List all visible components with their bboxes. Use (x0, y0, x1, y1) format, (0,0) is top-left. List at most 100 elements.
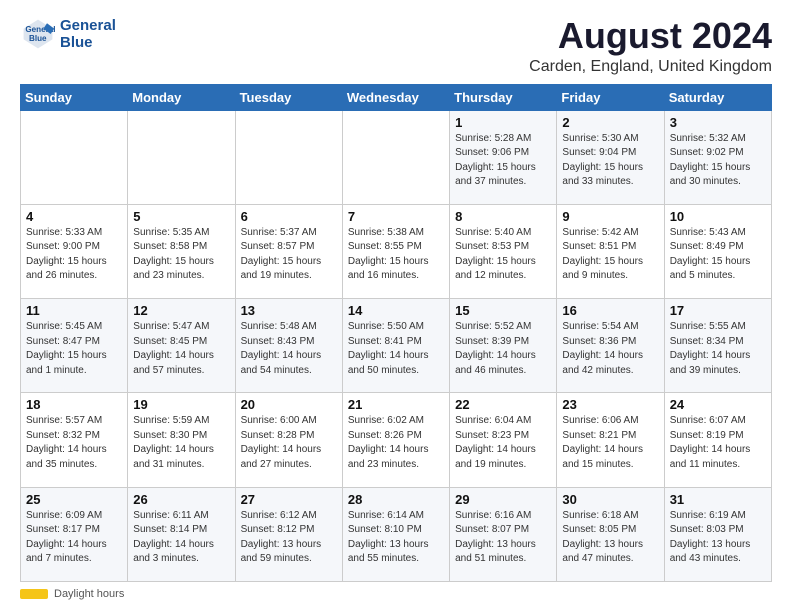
day-number: 30 (562, 492, 658, 507)
day-info: Sunrise: 6:18 AM Sunset: 8:05 PM Dayligh… (562, 509, 658, 567)
logo-line2: Blue (60, 34, 116, 51)
calendar-cell: 1 Sunrise: 5:28 AM Sunset: 9:06 PM Daylig… (450, 110, 557, 204)
day-info: Sunrise: 5:52 AM Sunset: 8:39 PM Dayligh… (455, 320, 551, 378)
calendar-cell: 12Sunrise: 5:47 AM Sunset: 8:45 PM Dayli… (128, 299, 235, 393)
calendar-day-header: Thursday (450, 84, 557, 110)
calendar-cell: 30 Sunrise: 6:18 AM Sunset: 8:05 PM Dayli… (557, 487, 664, 581)
day-number: 19 (133, 397, 229, 412)
day-number: 10 (670, 209, 766, 224)
calendar-day-header: Saturday (664, 84, 771, 110)
day-number: 7 (348, 209, 444, 224)
day-number: 13 (241, 303, 337, 318)
day-info: Sunrise: 5:32 AM Sunset: 9:02 PM Dayligh… (670, 132, 766, 190)
calendar-cell: 24 Sunrise: 6:07 AM Sunset: 8:19 PM Dayli… (664, 393, 771, 487)
calendar-day-header: Tuesday (235, 84, 342, 110)
day-number: 6 (241, 209, 337, 224)
calendar-cell: 5 Sunrise: 5:35 AM Sunset: 8:58 PM Daylig… (128, 204, 235, 298)
footer-note: Daylight hours (20, 588, 772, 600)
day-number: 12 (133, 303, 229, 318)
day-info: Sunrise: 5:37 AM Sunset: 8:57 PM Dayligh… (241, 226, 337, 284)
calendar-cell: 11Sunrise: 5:45 AM Sunset: 8:47 PM Dayli… (21, 299, 128, 393)
day-number: 15 (455, 303, 551, 318)
main-title: August 2024 (529, 16, 772, 56)
calendar-cell: 18Sunrise: 5:57 AM Sunset: 8:32 PM Dayli… (21, 393, 128, 487)
day-info: Sunrise: 6:00 AM Sunset: 8:28 PM Dayligh… (241, 414, 337, 472)
calendar-cell: 15 Sunrise: 5:52 AM Sunset: 8:39 PM Dayli… (450, 299, 557, 393)
svg-text:Blue: Blue (29, 34, 47, 43)
calendar-cell: 28 Sunrise: 6:14 AM Sunset: 8:10 PM Dayli… (342, 487, 449, 581)
calendar-cell: 19Sunrise: 5:59 AM Sunset: 8:30 PM Dayli… (128, 393, 235, 487)
day-info: Sunrise: 5:50 AM Sunset: 8:41 PM Dayligh… (348, 320, 444, 378)
daylight-label: Daylight hours (54, 588, 124, 600)
day-info: Sunrise: 5:45 AM Sunset: 8:47 PM Dayligh… (26, 320, 122, 378)
day-info: Sunrise: 6:12 AM Sunset: 8:12 PM Dayligh… (241, 509, 337, 567)
calendar-cell: 9 Sunrise: 5:42 AM Sunset: 8:51 PM Daylig… (557, 204, 664, 298)
calendar-cell: 21 Sunrise: 6:02 AM Sunset: 8:26 PM Dayli… (342, 393, 449, 487)
day-info: Sunrise: 5:40 AM Sunset: 8:53 PM Dayligh… (455, 226, 551, 284)
calendar-day-header: Friday (557, 84, 664, 110)
day-info: Sunrise: 5:48 AM Sunset: 8:43 PM Dayligh… (241, 320, 337, 378)
calendar-week-row: 25 Sunrise: 6:09 AM Sunset: 8:17 PM Dayli… (21, 487, 772, 581)
day-info: Sunrise: 6:06 AM Sunset: 8:21 PM Dayligh… (562, 414, 658, 472)
day-number: 25 (26, 492, 122, 507)
day-number: 26 (133, 492, 229, 507)
calendar-cell: 4 Sunrise: 5:33 AM Sunset: 9:00 PM Daylig… (21, 204, 128, 298)
day-number: 3 (670, 115, 766, 130)
logo: General Blue General Blue (20, 16, 116, 52)
calendar-cell: 3 Sunrise: 5:32 AM Sunset: 9:02 PM Daylig… (664, 110, 771, 204)
calendar-week-row: 4 Sunrise: 5:33 AM Sunset: 9:00 PM Daylig… (21, 204, 772, 298)
day-number: 27 (241, 492, 337, 507)
day-info: Sunrise: 6:11 AM Sunset: 8:14 PM Dayligh… (133, 509, 229, 567)
calendar-cell (128, 110, 235, 204)
subtitle: Carden, England, United Kingdom (529, 58, 772, 76)
day-number: 29 (455, 492, 551, 507)
day-number: 1 (455, 115, 551, 130)
day-number: 4 (26, 209, 122, 224)
calendar-cell (342, 110, 449, 204)
day-number: 31 (670, 492, 766, 507)
calendar-cell: 27 Sunrise: 6:12 AM Sunset: 8:12 PM Dayli… (235, 487, 342, 581)
day-number: 20 (241, 397, 337, 412)
day-number: 24 (670, 397, 766, 412)
day-number: 8 (455, 209, 551, 224)
calendar-cell: 23Sunrise: 6:06 AM Sunset: 8:21 PM Dayli… (557, 393, 664, 487)
day-number: 9 (562, 209, 658, 224)
calendar-day-header: Monday (128, 84, 235, 110)
calendar-cell (235, 110, 342, 204)
calendar-cell: 6 Sunrise: 5:37 AM Sunset: 8:57 PM Daylig… (235, 204, 342, 298)
title-block: August 2024 Carden, England, United King… (529, 16, 772, 76)
daylight-bar-icon (20, 589, 48, 599)
day-info: Sunrise: 5:35 AM Sunset: 8:58 PM Dayligh… (133, 226, 229, 284)
day-info: Sunrise: 5:33 AM Sunset: 9:00 PM Dayligh… (26, 226, 122, 284)
calendar-cell: 2Sunrise: 5:30 AM Sunset: 9:04 PM Daylig… (557, 110, 664, 204)
calendar-cell: 14 Sunrise: 5:50 AM Sunset: 8:41 PM Dayli… (342, 299, 449, 393)
calendar-header-row: SundayMondayTuesdayWednesdayThursdayFrid… (21, 84, 772, 110)
page: General Blue General Blue August 2024 Ca… (0, 0, 792, 612)
calendar-cell: 10Sunrise: 5:43 AM Sunset: 8:49 PM Dayli… (664, 204, 771, 298)
header: General Blue General Blue August 2024 Ca… (20, 16, 772, 76)
day-number: 21 (348, 397, 444, 412)
calendar-cell (21, 110, 128, 204)
calendar-cell: 20 Sunrise: 6:00 AM Sunset: 8:28 PM Dayli… (235, 393, 342, 487)
calendar-cell: 16Sunrise: 5:54 AM Sunset: 8:36 PM Dayli… (557, 299, 664, 393)
day-info: Sunrise: 5:42 AM Sunset: 8:51 PM Dayligh… (562, 226, 658, 284)
day-info: Sunrise: 6:04 AM Sunset: 8:23 PM Dayligh… (455, 414, 551, 472)
calendar: SundayMondayTuesdayWednesdayThursdayFrid… (20, 84, 772, 582)
calendar-cell: 25 Sunrise: 6:09 AM Sunset: 8:17 PM Dayli… (21, 487, 128, 581)
calendar-cell: 17Sunrise: 5:55 AM Sunset: 8:34 PM Dayli… (664, 299, 771, 393)
calendar-week-row: 1 Sunrise: 5:28 AM Sunset: 9:06 PM Daylig… (21, 110, 772, 204)
day-number: 14 (348, 303, 444, 318)
day-info: Sunrise: 5:28 AM Sunset: 9:06 PM Dayligh… (455, 132, 551, 190)
day-number: 17 (670, 303, 766, 318)
calendar-week-row: 18Sunrise: 5:57 AM Sunset: 8:32 PM Dayli… (21, 393, 772, 487)
day-info: Sunrise: 6:02 AM Sunset: 8:26 PM Dayligh… (348, 414, 444, 472)
calendar-day-header: Wednesday (342, 84, 449, 110)
day-number: 5 (133, 209, 229, 224)
day-number: 28 (348, 492, 444, 507)
day-info: Sunrise: 6:09 AM Sunset: 8:17 PM Dayligh… (26, 509, 122, 567)
calendar-cell: 22 Sunrise: 6:04 AM Sunset: 8:23 PM Dayli… (450, 393, 557, 487)
day-number: 22 (455, 397, 551, 412)
day-info: Sunrise: 6:14 AM Sunset: 8:10 PM Dayligh… (348, 509, 444, 567)
calendar-cell: 13 Sunrise: 5:48 AM Sunset: 8:43 PM Dayli… (235, 299, 342, 393)
day-info: Sunrise: 6:07 AM Sunset: 8:19 PM Dayligh… (670, 414, 766, 472)
